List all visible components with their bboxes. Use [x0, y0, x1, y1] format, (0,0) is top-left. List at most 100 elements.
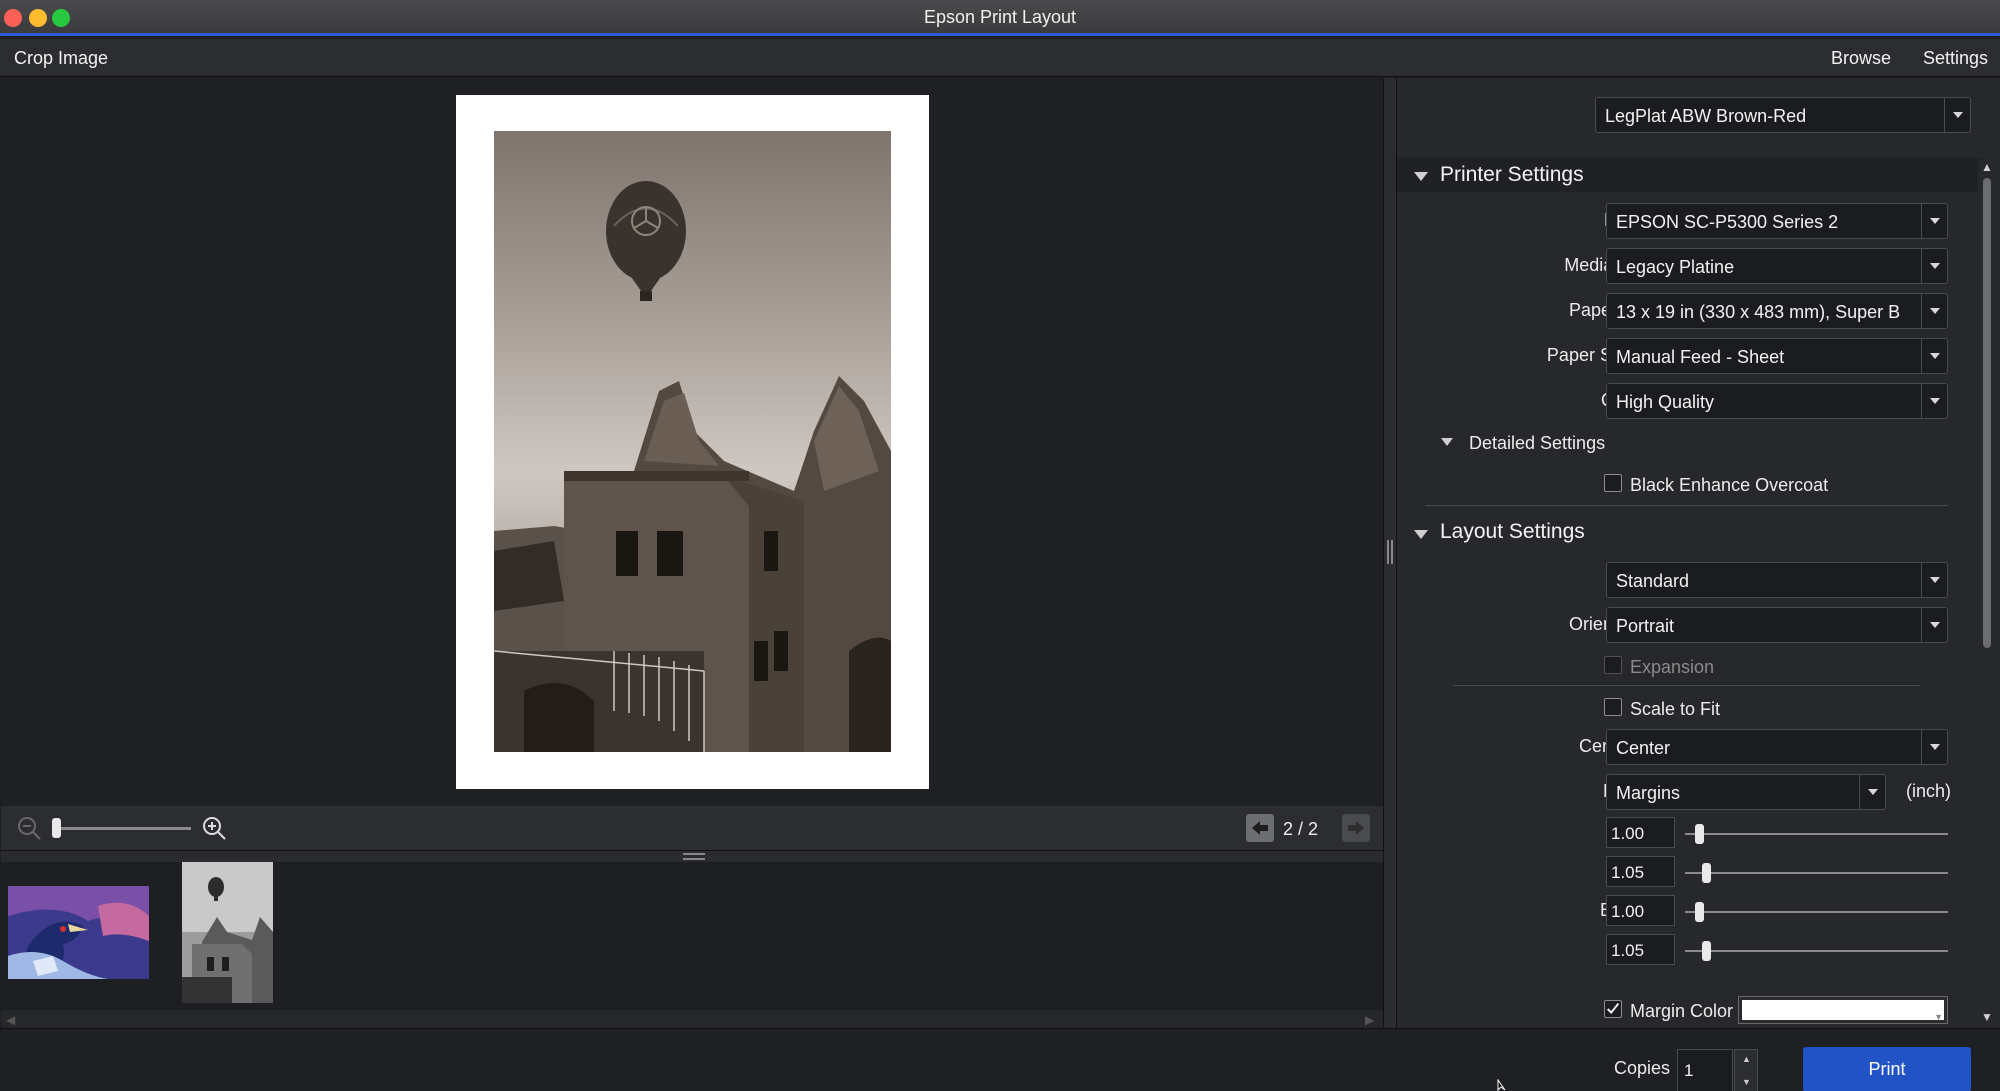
centering-select[interactable]: Center	[1606, 729, 1948, 765]
black-enhance-overcoat-label: Black Enhance Overcoat	[1630, 475, 1829, 495]
copies-label: Copies	[1614, 1058, 1671, 1078]
thumbnail-image-2[interactable]	[182, 862, 273, 1003]
chevron-down-icon	[1921, 294, 1947, 328]
horizontal-splitter[interactable]	[1, 850, 1383, 862]
margin-bottom-slider[interactable]	[1685, 911, 1948, 913]
scale-to-fit-label: Scale to Fit	[1630, 699, 1721, 719]
printer-select[interactable]: EPSON SC-P5300 Series 2	[1606, 203, 1948, 239]
chevron-down-icon	[1921, 730, 1947, 764]
thumbnail-strip	[1, 862, 1383, 1011]
orientation-select[interactable]: Portrait	[1606, 607, 1948, 643]
layout-value: Margins	[1616, 783, 1681, 803]
margin-right-input[interactable]: 1.05	[1606, 934, 1675, 965]
zoom-in-icon[interactable]	[201, 815, 227, 841]
quality-select[interactable]: High Quality	[1606, 383, 1948, 419]
zoom-toolbar: 2 / 2	[1, 806, 1383, 850]
scale-to-fit-checkbox[interactable]	[1604, 698, 1622, 716]
scroll-left-icon[interactable]: ◀	[6, 1013, 15, 1027]
paper-preview	[456, 95, 929, 789]
paper-source-select[interactable]: Manual Feed - Sheet	[1606, 338, 1948, 374]
crop-image-button[interactable]: Crop Image	[14, 48, 108, 69]
expansion-checkbox	[1604, 656, 1622, 674]
arrow-left-icon	[1252, 821, 1268, 835]
decrement-icon[interactable]: ▼	[1742, 1077, 1751, 1087]
layout-select[interactable]: Margins	[1606, 774, 1886, 810]
media-type-select[interactable]: Legacy Platine	[1606, 248, 1948, 284]
margin-color-checkbox[interactable]	[1604, 1000, 1622, 1018]
margin-top-slider-thumb[interactable]	[1695, 824, 1704, 844]
printer-value: EPSON SC-P5300 Series 2	[1616, 212, 1839, 232]
paper-source-value: Manual Feed - Sheet	[1616, 347, 1785, 367]
scroll-up-icon[interactable]: ▲	[1981, 160, 1993, 174]
thumbnail-image-1[interactable]	[8, 886, 149, 979]
zoom-out-icon[interactable]	[16, 815, 42, 841]
margin-bottom-input[interactable]: 1.00	[1606, 895, 1675, 926]
chevron-down-icon	[1921, 249, 1947, 283]
scrollbar-thumb[interactable]	[1983, 178, 1991, 648]
chevron-down-icon	[1921, 204, 1947, 238]
vertical-splitter[interactable]	[1383, 78, 1397, 1028]
menu-bar: Crop Image Browse Settings	[0, 39, 2000, 77]
quality-value: High Quality	[1616, 392, 1715, 412]
increment-icon[interactable]: ▲	[1742, 1054, 1751, 1064]
type-value: Standard	[1616, 571, 1690, 591]
copies-stepper[interactable]: ▲ ▼	[1734, 1049, 1758, 1091]
margin-color-picker[interactable]: ▼	[1738, 996, 1948, 1024]
margin-bottom-slider-thumb[interactable]	[1695, 902, 1704, 922]
layout-settings-header[interactable]: Layout Settings	[1397, 518, 1982, 552]
margin-top-slider[interactable]	[1685, 833, 1948, 835]
margin-color-label: Margin Color	[1630, 1001, 1734, 1021]
printer-settings-title: Printer Settings	[1440, 163, 1584, 186]
preset-select[interactable]: LegPlat ABW Brown-Red	[1595, 97, 1971, 133]
margin-color-swatch	[1742, 1000, 1944, 1020]
chevron-down-icon	[1921, 563, 1947, 597]
page-indicator: 2 / 2	[1283, 819, 1319, 839]
preset-value: LegPlat ABW Brown-Red	[1605, 106, 1807, 126]
zoom-slider-track[interactable]	[56, 827, 191, 830]
copies-input[interactable]: 1	[1677, 1049, 1733, 1091]
printer-settings-header[interactable]: Printer Settings	[1397, 158, 1982, 192]
collapse-triangle-icon	[1441, 438, 1453, 446]
title-bar: Epson Print Layout	[0, 0, 2000, 36]
section-divider	[1453, 685, 1920, 686]
margin-left-slider-thumb[interactable]	[1702, 863, 1711, 883]
window-title: Epson Print Layout	[923, 7, 1077, 27]
settings-button[interactable]: Settings	[1923, 48, 1988, 69]
detailed-settings-label: Detailed Settings	[1469, 433, 1606, 453]
bottom-bar: Copies 1 ▲ ▼ Print	[0, 1028, 2000, 1091]
print-button[interactable]: Print	[1803, 1047, 1971, 1091]
type-select[interactable]: Standard	[1606, 562, 1948, 598]
scroll-right-icon[interactable]: ▶	[1365, 1013, 1374, 1027]
thumbnail-scrollbar[interactable]: ◀ ▶	[1, 1010, 1383, 1028]
browse-button[interactable]: Browse	[1831, 48, 1891, 69]
margin-right-slider[interactable]	[1685, 950, 1948, 952]
paper-size-select[interactable]: 13 x 19 in (330 x 483 mm), Super B	[1606, 293, 1948, 329]
scroll-down-icon[interactable]: ▼	[1981, 1010, 1993, 1024]
chevron-down-icon	[1921, 608, 1947, 642]
orientation-value: Portrait	[1616, 616, 1675, 636]
chevron-down-icon	[1921, 339, 1947, 373]
zoom-slider-thumb[interactable]	[52, 818, 61, 838]
checkmark-icon	[1606, 1003, 1620, 1015]
margin-right-slider-thumb[interactable]	[1702, 941, 1711, 961]
expansion-label: Expansion	[1630, 657, 1715, 677]
photo-preview[interactable]	[494, 131, 891, 752]
layout-settings-title: Layout Settings	[1440, 520, 1585, 543]
unit-label: (inch)	[1906, 781, 1952, 801]
collapse-triangle-icon	[1414, 530, 1428, 539]
margin-left-slider[interactable]	[1685, 872, 1948, 874]
margin-top-input[interactable]: 1.00	[1606, 817, 1675, 848]
section-divider	[1425, 505, 1948, 506]
settings-scrollbar[interactable]: ▲ ▼	[1978, 160, 1996, 1026]
chevron-down-icon	[1944, 98, 1970, 132]
splitter-grip-icon	[683, 853, 705, 860]
margin-left-input[interactable]: 1.05	[1606, 856, 1675, 887]
chevron-down-icon: ▼	[1934, 1012, 1943, 1022]
mouse-cursor-icon	[1497, 1079, 1506, 1091]
black-enhance-overcoat-checkbox[interactable]	[1604, 474, 1622, 492]
previous-page-button[interactable]	[1246, 814, 1274, 842]
splitter-grip-icon	[1387, 540, 1393, 564]
next-page-button[interactable]	[1342, 814, 1370, 842]
paper-size-value: 13 x 19 in (330 x 483 mm), Super B	[1616, 302, 1901, 322]
detailed-settings-toggle[interactable]: Detailed Settings	[1437, 430, 1637, 456]
